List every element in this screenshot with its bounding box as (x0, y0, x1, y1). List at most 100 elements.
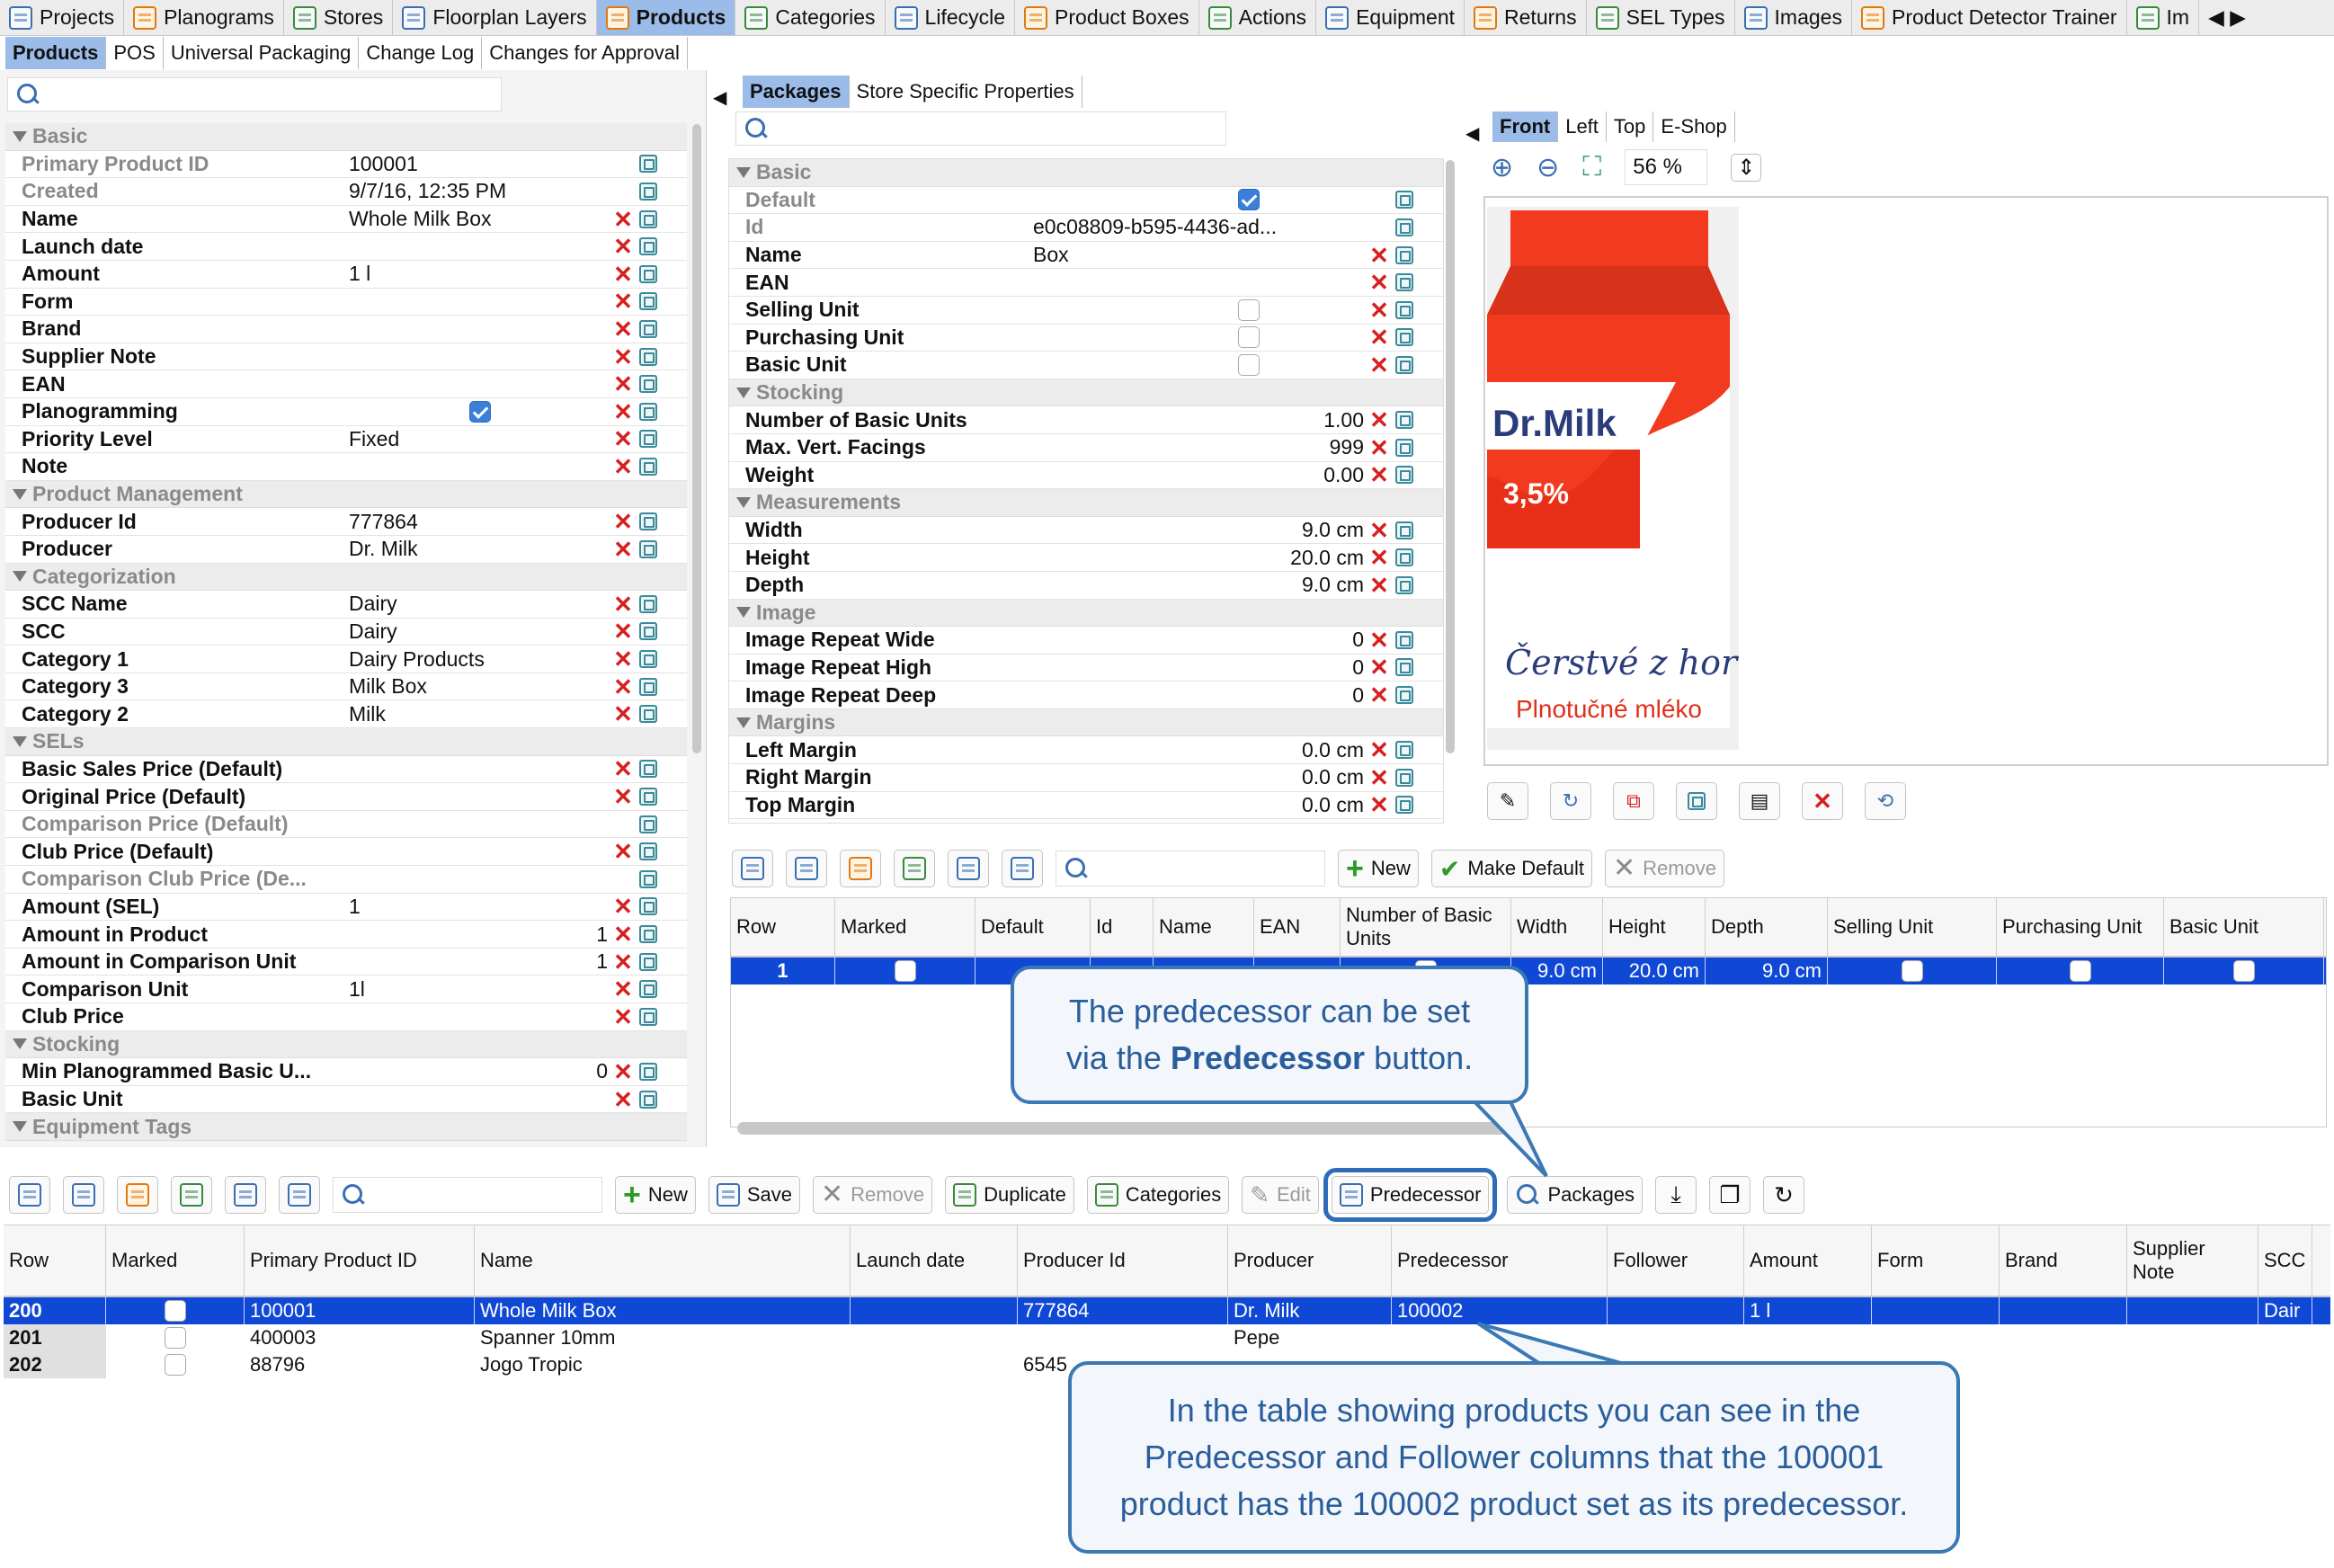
property-value[interactable] (1026, 189, 1367, 211)
table-row[interactable]: 201 400003 Spanner 10mm Pepe (4, 1324, 2330, 1351)
property-value[interactable]: Dairy Products (342, 647, 611, 672)
property-row[interactable]: Brand ✕ (5, 316, 687, 343)
property-row[interactable]: Name Whole Milk Box ✕ (5, 206, 687, 234)
section-basic[interactable]: Basic (5, 123, 687, 151)
column-header[interactable]: Id (1091, 898, 1154, 956)
clear-value-icon[interactable]: ✕ (611, 840, 635, 863)
property-row[interactable]: Basic Unit ✕ (729, 352, 1443, 379)
property-row[interactable]: Selling Unit ✕ (729, 297, 1443, 325)
column-header[interactable]: Follower (1608, 1225, 1744, 1296)
copy-value-icon[interactable] (639, 1090, 657, 1109)
property-row[interactable]: Image Repeat Wide 0 ✕ (729, 627, 1443, 655)
copy-value-icon[interactable] (1395, 328, 1413, 347)
product-export-button[interactable] (171, 1176, 212, 1214)
clear-value-icon[interactable]: ✕ (1367, 766, 1391, 789)
nav-floorplan-layers[interactable]: Floorplan Layers (393, 0, 597, 35)
property-value[interactable]: Milk Box (342, 674, 611, 699)
nav-images[interactable]: Images (1735, 0, 1852, 35)
clear-value-icon[interactable]: ✕ (611, 510, 635, 533)
nav-actions[interactable]: Actions (1199, 0, 1317, 35)
table-cell[interactable] (1828, 958, 1997, 984)
property-row[interactable]: SCC Dairy ✕ (5, 619, 687, 646)
property-value[interactable]: 9.0 cm (1026, 573, 1367, 597)
table-cell[interactable] (2000, 1324, 2127, 1351)
clear-value-icon[interactable]: ✕ (1367, 574, 1391, 597)
property-checkbox[interactable] (1238, 353, 1260, 376)
clear-value-icon[interactable]: ✕ (611, 647, 635, 671)
copy-value-icon[interactable] (639, 457, 657, 476)
property-row[interactable]: Amount in Product 1 ✕ (5, 921, 687, 949)
package-table-search[interactable] (1056, 851, 1325, 886)
copy-value-icon[interactable] (1395, 768, 1413, 787)
mark-all-button[interactable] (732, 850, 773, 887)
remove-package-button[interactable]: ✕ Remove (1604, 850, 1725, 887)
column-header[interactable]: Name (475, 1225, 851, 1296)
property-row[interactable]: Form ✕ (5, 289, 687, 316)
clear-value-icon[interactable]: ✕ (1367, 463, 1391, 486)
property-value[interactable]: Milk (342, 702, 611, 726)
left-scrollbar[interactable] (692, 124, 701, 753)
property-row[interactable]: Producer Dr. Milk ✕ (5, 536, 687, 564)
property-row[interactable]: Category 2 Milk ✕ (5, 700, 687, 729)
section-margins[interactable]: Margins (729, 708, 1443, 737)
property-value[interactable]: 20.0 cm (1026, 546, 1367, 570)
copy-value-icon[interactable] (1395, 438, 1413, 457)
property-value[interactable]: 9.0 cm (1026, 518, 1367, 542)
package-table-hscrollbar[interactable] (737, 1122, 1510, 1135)
copy-value-icon[interactable] (1395, 630, 1413, 649)
property-row[interactable]: Club Price (Default) ✕ (5, 838, 687, 867)
property-row[interactable]: Created 9/7/16, 12:35 PM (5, 178, 687, 206)
table-cell[interactable]: Whole Milk Box (475, 1297, 851, 1324)
copy-value-icon[interactable] (1395, 466, 1413, 485)
property-value[interactable]: 0 (1026, 655, 1367, 680)
column-header[interactable]: EAN (1254, 898, 1341, 956)
refresh-image-button[interactable]: ↻ (1550, 782, 1591, 820)
paste-image-button[interactable]: ▤ (1739, 782, 1780, 820)
table-cell[interactable] (851, 1351, 1018, 1378)
column-header[interactable]: Brand (2000, 1225, 2127, 1296)
nav-products[interactable]: Products (596, 0, 736, 35)
column-header[interactable]: Amount (1744, 1225, 1872, 1296)
clear-value-icon[interactable]: ✕ (611, 1060, 635, 1083)
copy-value-icon[interactable] (1395, 245, 1413, 264)
column-header[interactable]: Marked (106, 1225, 245, 1296)
section-stocking[interactable]: Stocking (5, 1030, 687, 1059)
copy-value-icon[interactable] (639, 375, 657, 394)
property-row[interactable]: Image Repeat High 0 ✕ (729, 655, 1443, 682)
copy-value-icon[interactable] (1395, 548, 1413, 567)
property-value[interactable]: 0.0 cm (1026, 793, 1367, 817)
property-value[interactable]: 1.00 (1026, 408, 1367, 432)
row-checkbox[interactable] (165, 1327, 186, 1349)
property-row[interactable]: EAN ✕ (729, 269, 1443, 297)
tab-top[interactable]: Top (1607, 111, 1654, 142)
collapse-middle-arrow[interactable]: ◀ (1465, 122, 1479, 145)
property-value[interactable] (1026, 326, 1367, 349)
row-number[interactable]: 200 (4, 1297, 106, 1324)
column-header[interactable]: Marked (835, 898, 975, 956)
property-row[interactable]: Depth 9.0 cm ✕ (729, 572, 1443, 600)
copy-value-icon[interactable] (1395, 218, 1413, 236)
tab-packages[interactable]: Packages (743, 76, 850, 108)
column-header[interactable]: Default (975, 898, 1091, 956)
copy-value-icon[interactable] (639, 677, 657, 696)
table-cell[interactable]: Dr. Milk (1228, 1297, 1392, 1324)
property-row[interactable]: Image Repeat Deep 0 ✕ (729, 682, 1443, 709)
clear-value-icon[interactable]: ✕ (1367, 353, 1391, 377)
property-row[interactable]: Max. Vert. Facings 999 ✕ (729, 434, 1443, 462)
section-stocking[interactable]: Stocking (729, 379, 1443, 407)
zoom-stepper-icon[interactable]: ⇕ (1731, 153, 1762, 182)
copy-value-icon[interactable] (1395, 191, 1413, 209)
copy-value-icon[interactable] (639, 952, 657, 971)
nav-lifecycle[interactable]: Lifecycle (886, 0, 1016, 35)
clear-value-icon[interactable]: ✕ (611, 427, 635, 450)
property-row[interactable]: Purchasing Unit ✕ (729, 325, 1443, 352)
row-number[interactable]: 201 (4, 1324, 106, 1351)
property-value[interactable]: 999 (1026, 435, 1367, 459)
clear-value-icon[interactable]: ✕ (611, 895, 635, 918)
property-row[interactable]: Amount in Comparison Unit 1 ✕ (5, 949, 687, 976)
column-header[interactable]: Launch date (851, 1225, 1018, 1296)
edit-product-button[interactable]: ✎ Edit (1242, 1176, 1319, 1214)
row-checkbox[interactable] (164, 1300, 186, 1322)
row-checkbox[interactable] (2069, 960, 2091, 982)
nav-equipment[interactable]: Equipment (1316, 0, 1465, 35)
